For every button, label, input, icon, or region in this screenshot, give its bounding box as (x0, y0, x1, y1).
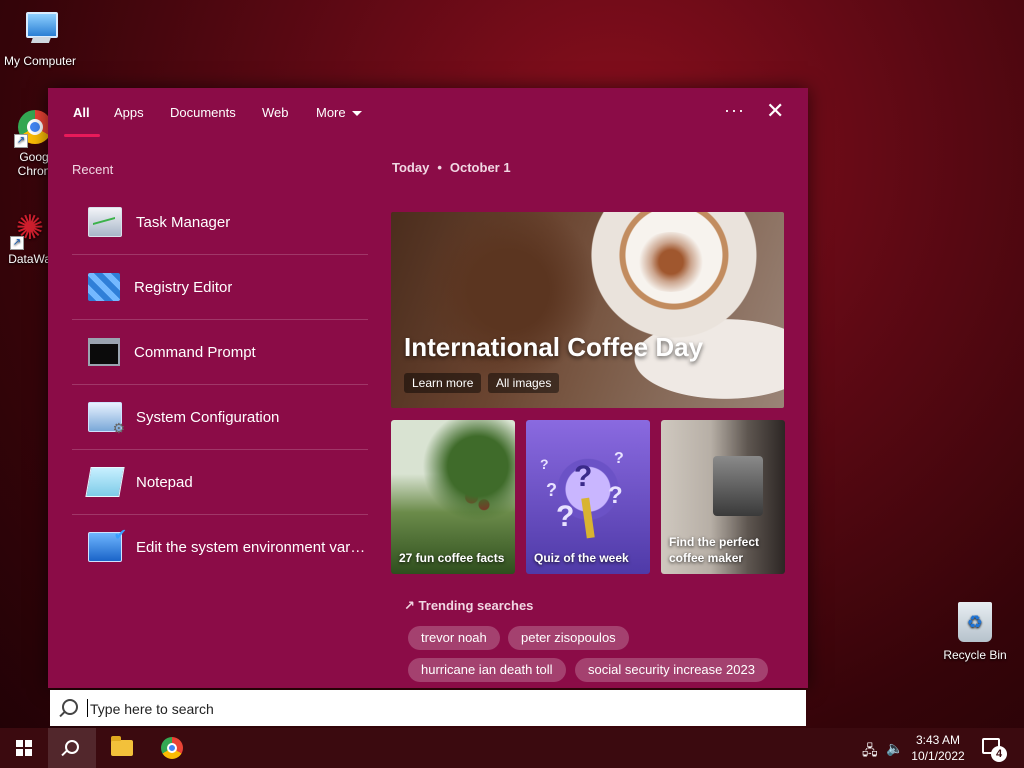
recent-item-notepad[interactable]: Notepad (72, 450, 368, 515)
clock-time: 3:43 AM (915, 733, 961, 747)
hero-card[interactable]: International Coffee Day Learn more All … (391, 212, 784, 408)
clock-date: 10/1/2022 (911, 749, 965, 763)
recent-item-system-configuration[interactable]: System Configuration (72, 385, 368, 450)
system-properties-icon (88, 525, 127, 562)
trending-chip[interactable]: hurricane ian death toll (408, 658, 566, 682)
more-options-icon[interactable]: ··· (724, 100, 745, 121)
card-quiz[interactable]: ? ? ? ? ? ? Quiz of the week (526, 420, 650, 574)
question-mark-icon: ? (540, 456, 549, 472)
recent-item-label: Task Manager (136, 213, 231, 231)
notification-badge: 4 (991, 746, 1007, 762)
search-icon (62, 699, 78, 715)
coffee-machine-image (713, 456, 763, 516)
question-mark-icon: ? (608, 482, 623, 509)
taskbar-search-button[interactable] (48, 728, 96, 768)
chevron-down-icon (351, 111, 362, 117)
tab-all[interactable]: All (73, 105, 90, 120)
recycle-bin-icon (958, 602, 992, 642)
recent-item-command-prompt[interactable]: Command Prompt (72, 320, 368, 385)
recent-item-label: Command Prompt (134, 343, 256, 361)
hero-title: International Coffee Day (404, 332, 704, 362)
task-manager-icon (88, 207, 122, 237)
separator-dot: • (437, 160, 442, 175)
system-clock[interactable]: 3:43 AM 10/1/2022 (906, 732, 970, 764)
start-button[interactable] (0, 728, 48, 768)
recent-item-label: Edit the system environment vari... (136, 538, 366, 556)
text-cursor (87, 699, 88, 717)
volume-icon[interactable]: 🔈 (886, 740, 903, 757)
chrome-icon (161, 737, 183, 759)
card-label: 27 fun coffee facts (399, 551, 505, 565)
close-icon[interactable]: ✕ (766, 100, 784, 122)
trending-arrow-icon: ↗ (404, 598, 415, 613)
recent-item-registry-editor[interactable]: Registry Editor (72, 255, 368, 320)
card-coffee-maker[interactable]: Find the perfect coffee maker (661, 420, 785, 574)
trending-chip[interactable]: social security increase 2023 (575, 658, 768, 682)
start-icon (16, 740, 32, 756)
recent-heading: Recent (72, 162, 114, 177)
today-header: Today • October 1 (392, 160, 511, 175)
magnifier-handle (581, 497, 595, 539)
card-coffee-facts[interactable]: 27 fun coffee facts (391, 420, 515, 574)
question-mark-icon: ? (546, 480, 557, 500)
recent-item-label: Notepad (136, 473, 193, 491)
magnifier-question-icon: ? (574, 460, 593, 493)
file-explorer-button[interactable] (98, 728, 146, 768)
trending-chip[interactable]: peter zisopoulos (508, 626, 629, 650)
desktop-icon-my-computer[interactable]: My Computer (0, 10, 80, 68)
tab-documents[interactable]: Documents (170, 105, 236, 120)
question-mark-icon: ? (556, 500, 575, 533)
search-input[interactable] (88, 690, 792, 728)
learn-more-button[interactable]: Learn more (404, 373, 482, 393)
trending-header: ↗ Trending searches (404, 598, 533, 614)
recent-list: Task Manager Registry Editor Command Pro… (72, 190, 368, 579)
desktop-icon-label: My Computer (3, 54, 77, 68)
active-tab-indicator (64, 134, 100, 137)
recent-item-label: Registry Editor (134, 278, 233, 296)
taskbar: 🖧 🔈 3:43 AM 10/1/2022 4 (0, 728, 1024, 768)
command-prompt-icon (88, 338, 120, 366)
tab-more[interactable]: More (316, 105, 362, 120)
tab-apps[interactable]: Apps (114, 105, 144, 120)
computer-icon (20, 10, 60, 50)
notepad-icon (85, 467, 125, 497)
search-icon (65, 740, 79, 754)
network-icon[interactable]: 🖧 (862, 740, 878, 764)
card-label: Quiz of the week (534, 551, 629, 565)
search-tabs: All Apps Documents Web More ··· ✕ (48, 88, 808, 140)
search-panel: All Apps Documents Web More ··· ✕ Recent… (48, 88, 808, 688)
search-box[interactable] (50, 690, 806, 728)
registry-editor-icon (88, 273, 120, 301)
coffee-image (633, 232, 709, 292)
recent-item-task-manager[interactable]: Task Manager (72, 190, 368, 255)
recent-item-environment-variables[interactable]: Edit the system environment vari... (72, 515, 368, 579)
recent-item-label: System Configuration (136, 408, 280, 426)
question-mark-icon: ? (614, 450, 624, 467)
system-configuration-icon (88, 402, 125, 437)
today-date: October 1 (449, 160, 511, 175)
trending-chip[interactable]: trevor noah (408, 626, 500, 650)
card-label: Find the perfect coffee maker (669, 535, 760, 565)
chrome-taskbar-button[interactable] (148, 728, 196, 768)
all-images-button[interactable]: All images (488, 373, 560, 393)
today-label: Today (392, 160, 430, 175)
datawag-icon: ✺ ↗ (10, 208, 50, 250)
tab-web[interactable]: Web (262, 105, 289, 120)
tab-more-label: More (316, 105, 346, 120)
file-explorer-icon (111, 736, 133, 756)
desktop-icon-label: Recycle Bin (943, 648, 1007, 662)
desktop-icon-recycle-bin[interactable]: Recycle Bin (940, 602, 1010, 662)
trending-title: Trending searches (418, 598, 534, 613)
